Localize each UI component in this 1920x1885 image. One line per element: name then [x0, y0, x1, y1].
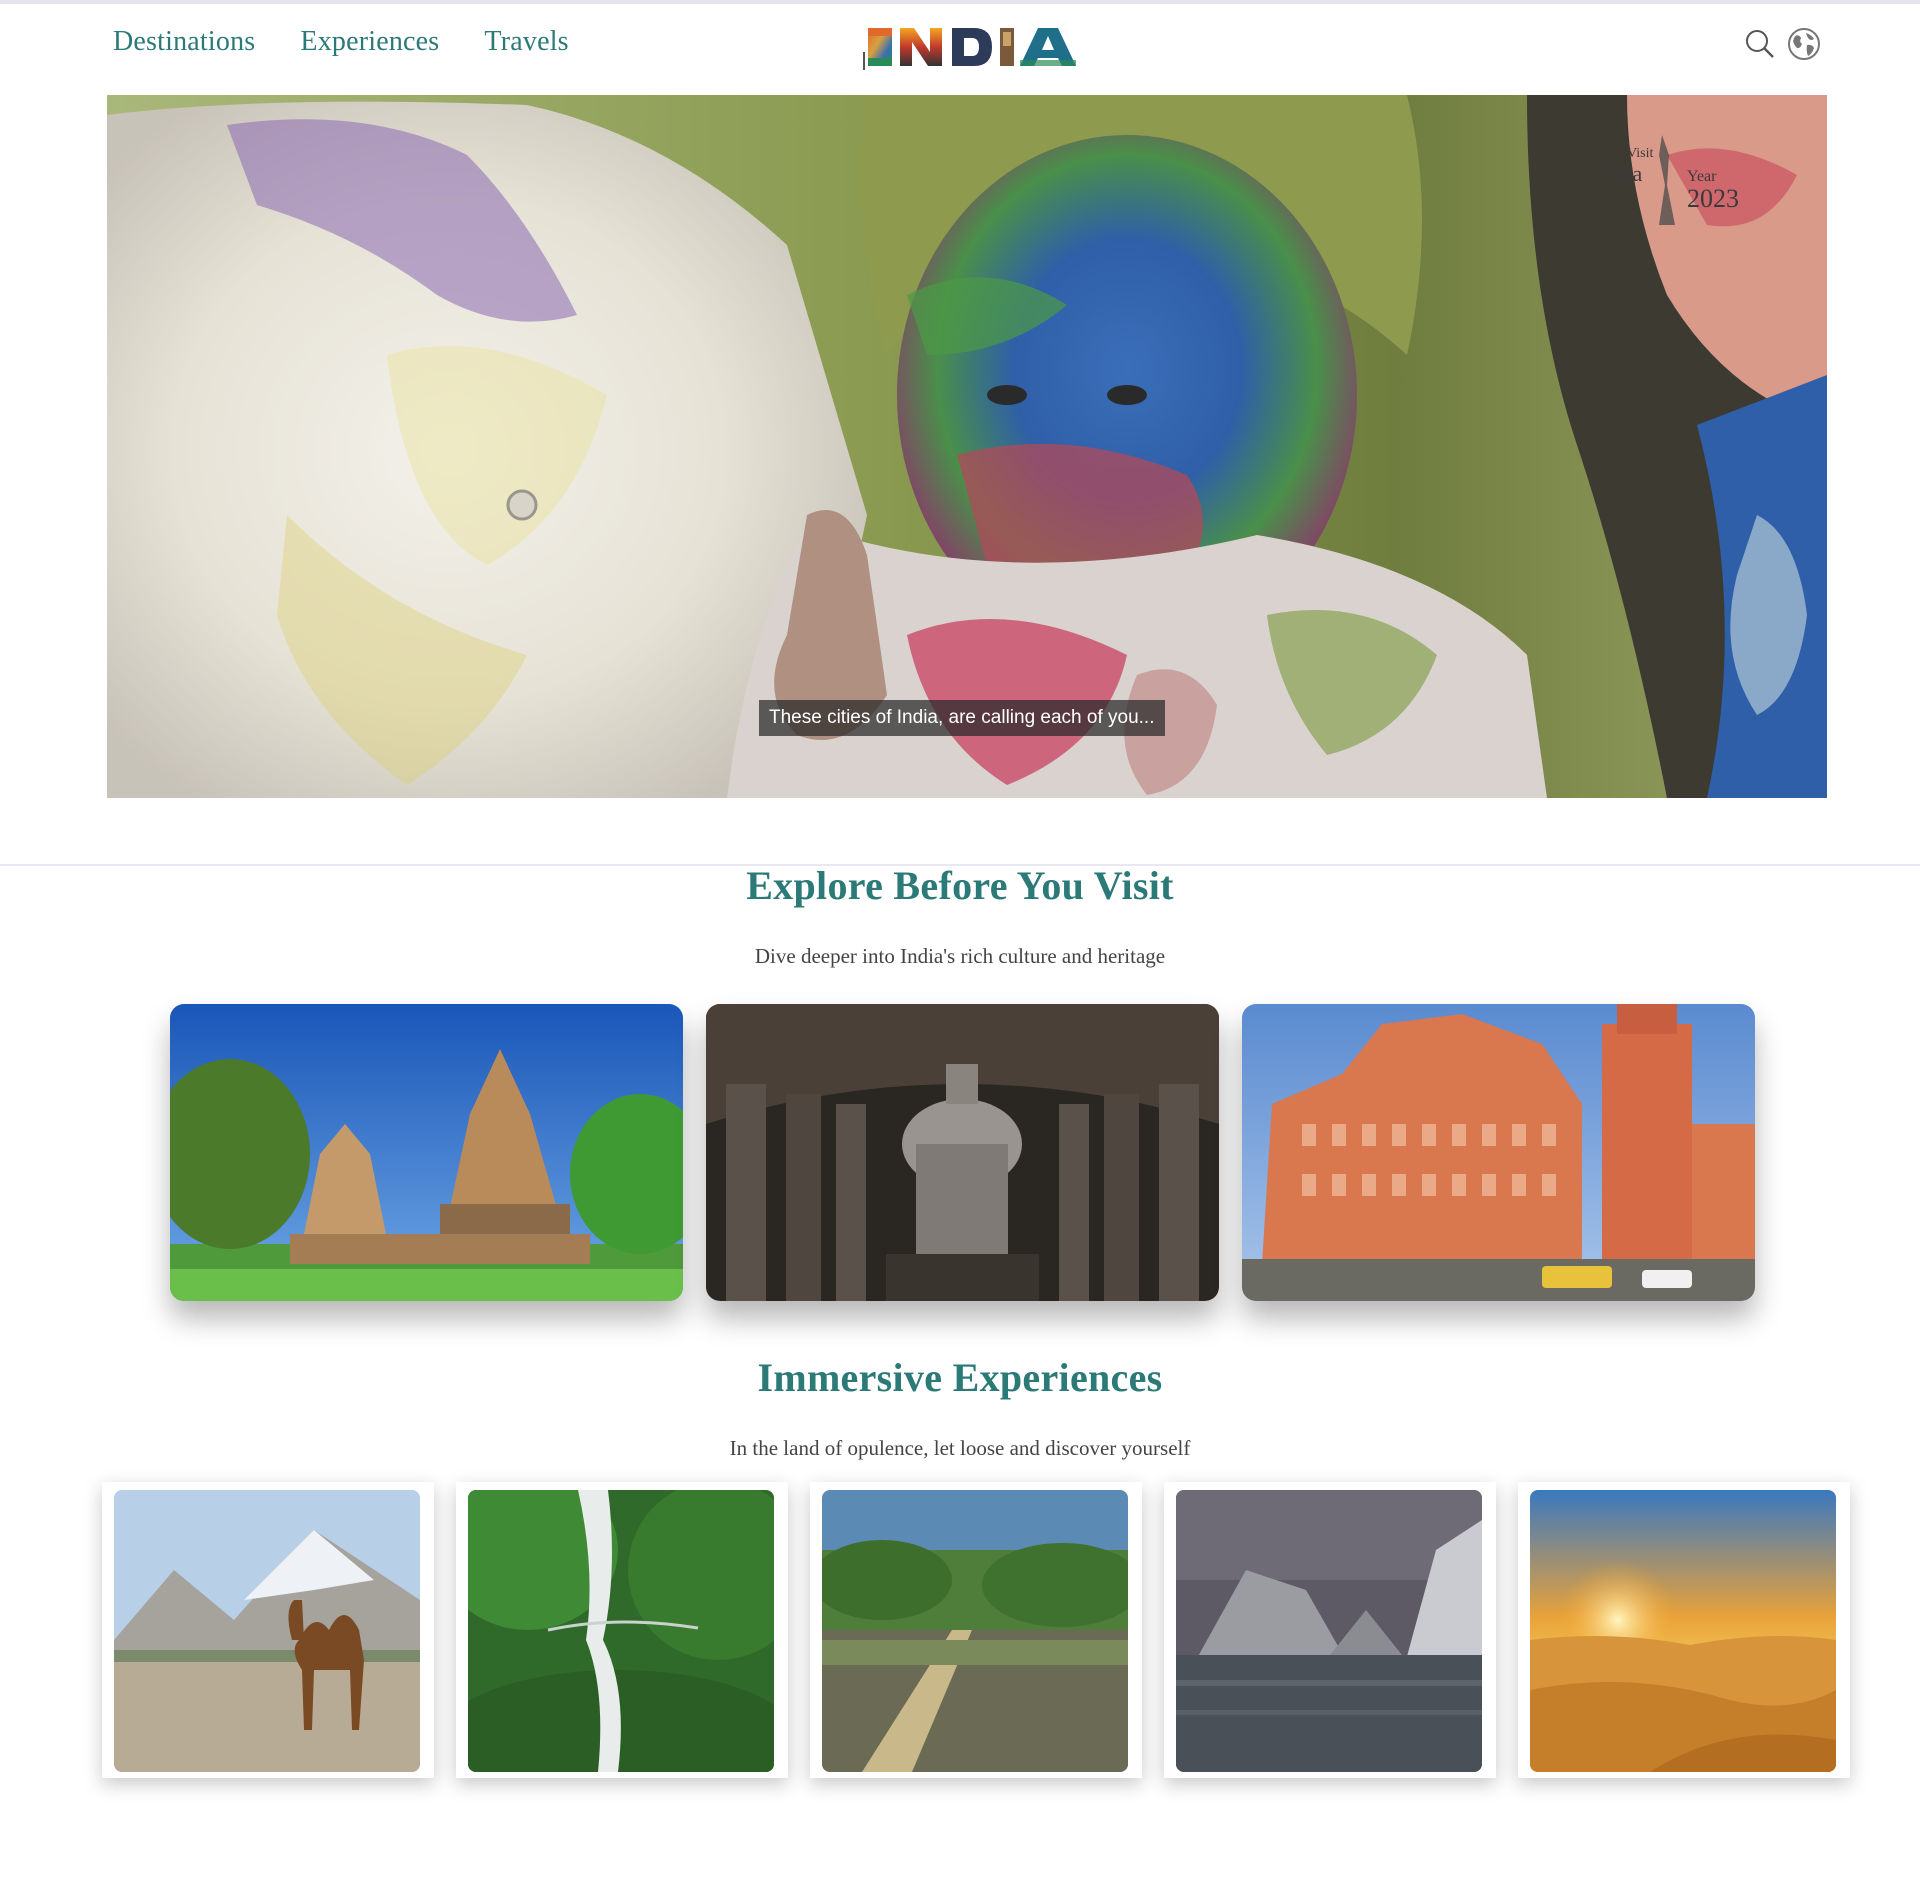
search-icon[interactable]	[1742, 26, 1778, 62]
ajanta-cave-interior-image	[706, 1004, 1219, 1301]
nav-travels[interactable]: Travels	[484, 26, 568, 58]
svg-text:Year: Year	[1687, 168, 1717, 185]
holi-children-image	[107, 95, 1827, 798]
khajuraho-temples-image	[170, 1004, 683, 1301]
experience-card-waterfall[interactable]	[468, 1490, 774, 1772]
explore-title: Explore Before You Visit	[746, 863, 1174, 908]
explore-subtitle: Dive deeper into India's rich culture an…	[754, 944, 1166, 968]
main-nav: Destinations Experiences Travels	[113, 26, 569, 58]
experience-card-wrap	[456, 1482, 788, 1778]
svg-text:India: India	[1597, 161, 1642, 186]
explore-card-caves[interactable]	[706, 1004, 1219, 1301]
experience-card-wrap	[810, 1482, 1142, 1778]
video-caption: These cities of India, are calling each …	[759, 700, 1165, 736]
experiences-subtitle: In the land of opulence, let loose and d…	[729, 1436, 1191, 1460]
explore-card-palace[interactable]	[1242, 1004, 1755, 1301]
waterfall-forest-image	[468, 1490, 774, 1772]
desert-sunset-image	[1530, 1490, 1836, 1772]
experience-card-mangrove[interactable]	[822, 1490, 1128, 1772]
header-icons	[1742, 26, 1822, 62]
experiences-title: Immersive Experiences	[757, 1355, 1163, 1400]
svg-text:2023: 2023	[1687, 184, 1739, 213]
site-header: Destinations Experiences Travels	[0, 4, 1920, 92]
experience-card-gorge[interactable]	[1176, 1490, 1482, 1772]
experience-card-wrap	[1518, 1482, 1850, 1778]
experience-card-desert[interactable]	[1530, 1490, 1836, 1772]
hero-video[interactable]: Visit India Year 2023 These cities of In…	[107, 95, 1827, 798]
svg-text:Visit: Visit	[1627, 146, 1653, 161]
experience-card-camel[interactable]	[114, 1490, 420, 1772]
hawa-mahal-image	[1242, 1004, 1755, 1301]
explore-card-temples[interactable]	[170, 1004, 683, 1301]
experience-card-wrap	[1164, 1482, 1496, 1778]
marble-gorge-river-image	[1176, 1490, 1482, 1772]
mangrove-boardwalk-image	[822, 1490, 1128, 1772]
visit-india-year-2023-badge: Visit India Year 2023	[1587, 125, 1757, 245]
nav-destinations[interactable]: Destinations	[113, 26, 255, 58]
camel-valley-image	[114, 1490, 420, 1772]
experience-card-wrap	[102, 1482, 434, 1778]
nav-experiences[interactable]: Experiences	[300, 26, 439, 58]
globe-icon[interactable]	[1786, 26, 1822, 62]
india-logo[interactable]	[862, 22, 1107, 72]
